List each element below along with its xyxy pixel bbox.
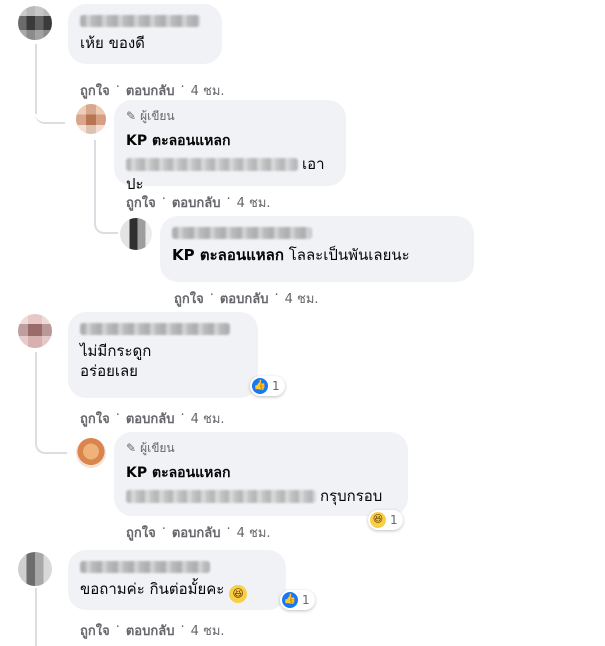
author-badge-label: ผู้เขียน (140, 440, 175, 455)
comment-actions: ถูกใจ · ตอบกลับ · 4 ชม. (80, 80, 225, 101)
separator-dot: · (180, 408, 185, 423)
redacted-author-name[interactable] (80, 561, 210, 573)
like-link[interactable]: ถูกใจ (174, 288, 204, 309)
timestamp[interactable]: 4 ชม. (237, 522, 271, 543)
separator-dot: · (180, 620, 185, 635)
redacted-author-name[interactable] (80, 15, 200, 27)
comment-text-line-2: อร่อยเลย (80, 362, 138, 380)
separator-dot: · (226, 522, 231, 537)
reply-link[interactable]: ตอบกลับ (126, 620, 175, 641)
laughing-emoji-icon: 😆 (370, 512, 386, 528)
separator-dot: · (115, 80, 120, 95)
comment-text-body: ขอถามค่ะ กินต่อมั้ยคะ (80, 580, 225, 598)
timestamp[interactable]: 4 ชม. (191, 80, 225, 101)
reply-link[interactable]: ตอบกลับ (172, 192, 221, 213)
thread-line-3 (35, 588, 37, 646)
thread-hook-1b (94, 210, 118, 234)
comment-text-line-1: ไม่มีกระดูก (80, 342, 152, 360)
thread-line-2 (35, 352, 37, 442)
reaction-count-value: 1 (390, 513, 398, 527)
comment-text: ขอถามค่ะ กินต่อมั้ยคะ 😆 (80, 579, 274, 603)
comment-bubble: เห้ย ของดี (68, 4, 222, 64)
separator-dot: · (161, 192, 166, 207)
redacted-author-name[interactable] (80, 323, 230, 335)
separator-dot: · (115, 620, 120, 635)
mention-link[interactable]: KP ตะลอนแหลก (172, 246, 284, 264)
avatar[interactable] (18, 6, 52, 40)
separator-dot: · (274, 288, 279, 303)
avatar[interactable] (18, 314, 52, 348)
comment-actions: ถูกใจ · ตอบกลับ · 4 ชม. (126, 522, 271, 543)
reaction-count-value: 1 (302, 593, 310, 607)
reply-link[interactable]: ตอบกลับ (172, 522, 221, 543)
thread-line-1b (94, 140, 96, 210)
reply-link[interactable]: ตอบกลับ (220, 288, 269, 309)
reaction-count[interactable]: 😆 1 (368, 510, 403, 530)
reaction-count[interactable]: 👍 1 (250, 376, 285, 396)
mention-link[interactable]: KP ตะลอนแหลก (126, 130, 334, 152)
thread-hook-2 (35, 432, 67, 454)
avatar[interactable] (76, 104, 106, 134)
thumbs-up-icon: 👍 (252, 378, 268, 394)
like-link[interactable]: ถูกใจ (80, 408, 110, 429)
separator-dot: · (180, 80, 185, 95)
comment-bubble: ขอถามค่ะ กินต่อมั้ยคะ 😆 (68, 550, 286, 610)
comment-bubble: ✎ ผู้เขียน KP ตะลอนแหลก กรุบกรอบ (114, 432, 408, 516)
comment-actions: ถูกใจ · ตอบกลับ · 4 ชม. (80, 408, 225, 429)
author-badge: ✎ ผู้เขียน (126, 108, 334, 124)
reply-link[interactable]: ตอบกลับ (126, 408, 175, 429)
comment-actions: ถูกใจ · ตอบกลับ · 4 ชม. (126, 192, 271, 213)
pencil-icon: ✎ (126, 441, 137, 455)
mention-link[interactable]: KP ตะลอนแหลก (126, 462, 396, 484)
thumbs-up-icon: 👍 (282, 592, 298, 608)
comment-text: เห้ย ของดี (80, 34, 145, 52)
like-link[interactable]: ถูกใจ (126, 192, 156, 213)
redacted-text (126, 158, 298, 171)
like-link[interactable]: ถูกใจ (80, 80, 110, 101)
comment-bubble: KP ตะลอนแหลก โลละเป็นพันเลยนะ (160, 216, 474, 282)
like-link[interactable]: ถูกใจ (80, 620, 110, 641)
comment-actions: ถูกใจ · ตอบกลับ · 4 ชม. (174, 288, 319, 309)
thread-hook-1 (35, 104, 65, 124)
separator-dot: · (226, 192, 231, 207)
comment-text-body: โลละเป็นพันเลยนะ (288, 246, 410, 264)
comment-bubble: ✎ ผู้เขียน KP ตะลอนแหลก เอาปะ (114, 100, 346, 193)
timestamp[interactable]: 4 ชม. (285, 288, 319, 309)
reply-link[interactable]: ตอบกลับ (126, 80, 175, 101)
comment-text: เอาปะ (126, 154, 334, 194)
reaction-count[interactable]: 👍 1 (280, 590, 315, 610)
author-badge: ✎ ผู้เขียน (126, 440, 396, 456)
avatar[interactable] (18, 552, 52, 586)
reaction-count-value: 1 (272, 379, 280, 393)
comment-text: KP ตะลอนแหลก โลละเป็นพันเลยนะ (172, 245, 462, 265)
avatar[interactable] (120, 218, 152, 250)
laughing-emoji-icon: 😆 (229, 585, 248, 603)
separator-dot: · (161, 522, 166, 537)
like-link[interactable]: ถูกใจ (126, 522, 156, 543)
redacted-author-name[interactable] (172, 227, 312, 239)
avatar[interactable] (76, 438, 106, 468)
redacted-text (126, 490, 316, 503)
comment-actions: ถูกใจ · ตอบกลับ · 4 ชม. (80, 620, 225, 641)
pencil-icon: ✎ (126, 109, 137, 123)
timestamp[interactable]: 4 ชม. (191, 620, 225, 641)
author-badge-label: ผู้เขียน (140, 108, 175, 123)
timestamp[interactable]: 4 ชม. (237, 192, 271, 213)
separator-dot: · (209, 288, 214, 303)
comment-text-suffix: กรุบกรอบ (320, 487, 383, 505)
timestamp[interactable]: 4 ชม. (191, 408, 225, 429)
comment-bubble: ไม่มีกระดูก อร่อยเลย (68, 312, 258, 398)
comment-text: กรุบกรอบ (126, 486, 396, 506)
separator-dot: · (115, 408, 120, 423)
